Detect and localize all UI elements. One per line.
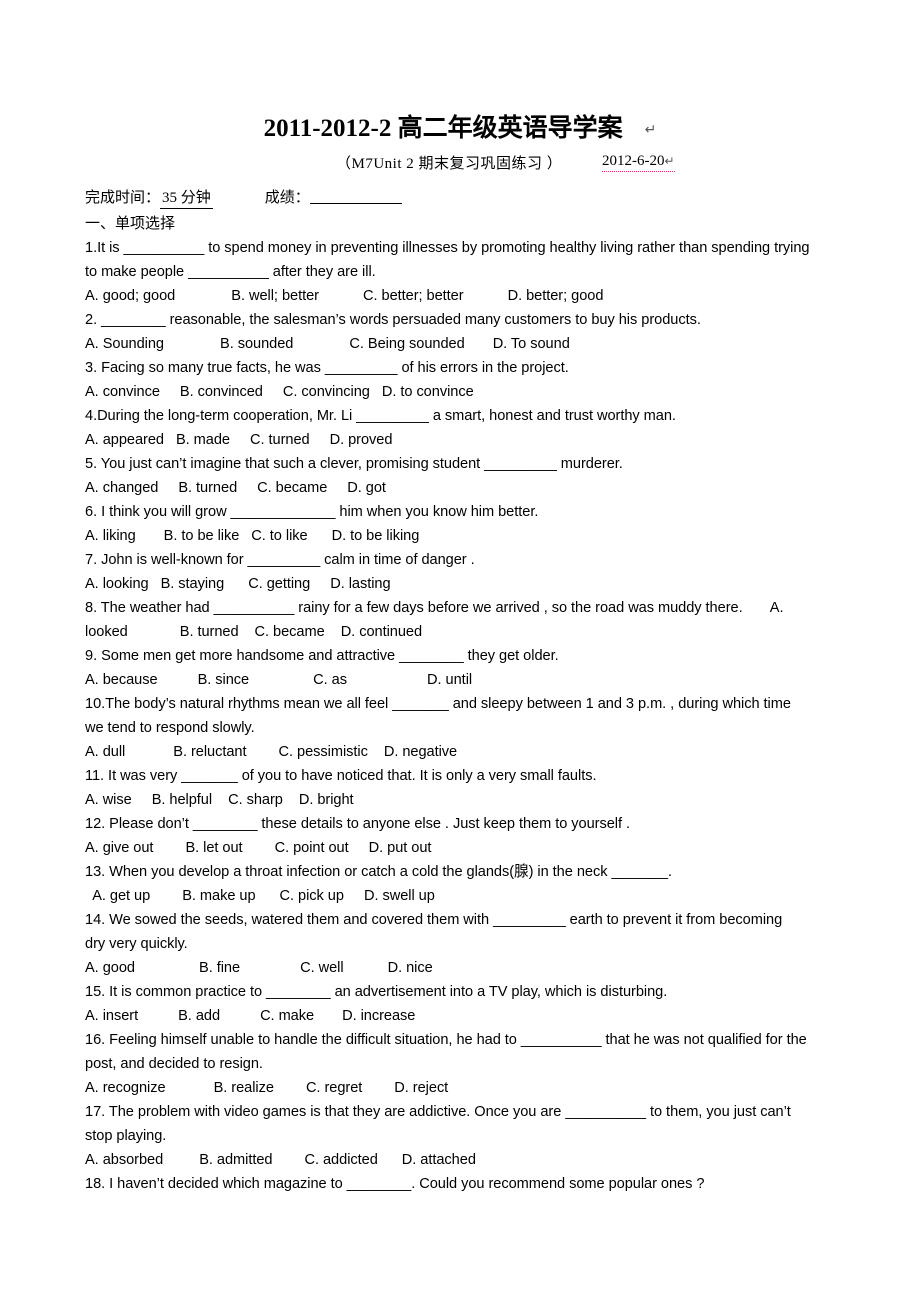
question-line: post, and decided to resign.	[85, 1056, 263, 1072]
completion-time-label: 完成时间：	[85, 190, 161, 206]
question-line: stop playing.	[85, 1128, 167, 1144]
question-line: 10.The body’s natural rhythms mean we al…	[85, 696, 791, 712]
question-line: A. because B. since C. as D. until	[85, 672, 473, 688]
assignment-info-line: 完成时间： 35 分钟 成绩：	[85, 186, 402, 209]
question-line: 18. I haven’t decided which magazine to …	[85, 1176, 705, 1192]
questions-body: 1.It is __________ to spend money in pre…	[85, 236, 837, 1196]
question-line: 6. I think you will grow _____________ h…	[85, 504, 539, 520]
question-line: looked B. turned C. became D. continued	[85, 624, 423, 640]
question-line: A. get up B. make up C. pick up D. swell…	[85, 888, 435, 904]
question-line: A. good B. fine C. well D. nice	[85, 960, 433, 976]
paragraph-mark-icon: ↵	[644, 123, 657, 138]
document-date: 2012-6-20↵	[602, 153, 675, 172]
question-line: A. recognize B. realize C. regret D. rej…	[85, 1080, 449, 1096]
question-line: to make people __________ after they are…	[85, 264, 376, 280]
question-line: A. give out B. let out C. point out D. p…	[85, 840, 432, 856]
document-date-text: 2012-6-20	[602, 153, 665, 169]
question-line: A. looking B. staying C. getting D. last…	[85, 576, 391, 592]
question-line: 12. Please don’t ________ these details …	[85, 816, 630, 832]
question-line: 11. It was very _______ of you to have n…	[85, 768, 597, 784]
document-page: 2011-2012-2 高二年级英语导学案 ↵ （M7Unit 2 期末复习巩固练…	[0, 0, 920, 1302]
question-line: A. wise B. helpful C. sharp D. bright	[85, 792, 354, 808]
question-line: 8. The weather had __________ rainy for …	[85, 600, 784, 616]
question-line: 13. When you develop a throat infection …	[85, 864, 672, 880]
section-heading: 一、单项选择	[85, 216, 176, 232]
question-line: A. insert B. add C. make D. increase	[85, 1008, 416, 1024]
question-line: 1.It is __________ to spend money in pre…	[85, 240, 810, 256]
question-line: A. good; good B. well; better C. better;…	[85, 288, 604, 304]
question-line: A. changed B. turned C. became D. got	[85, 480, 386, 496]
question-line: A. convince B. convinced C. convincing D…	[85, 384, 474, 400]
question-line: 9. Some men get more handsome and attrac…	[85, 648, 559, 664]
score-label: 成绩：	[264, 190, 310, 206]
question-line: A. absorbed B. admitted C. addicted D. a…	[85, 1152, 476, 1168]
completion-time-value: 35 分钟	[160, 186, 213, 209]
paragraph-mark-icon: ↵	[664, 154, 675, 168]
score-blank-field[interactable]	[309, 189, 402, 204]
question-line: A. appeared B. made C. turned D. proved	[85, 432, 393, 448]
question-line: 17. The problem with video games is that…	[85, 1104, 791, 1120]
question-line: 4.During the long-term cooperation, Mr. …	[85, 408, 676, 424]
question-line: A. liking B. to be like C. to like D. to…	[85, 528, 420, 544]
question-line: A. Sounding B. sounded C. Being sounded …	[85, 336, 570, 352]
question-line: 16. Feeling himself unable to handle the…	[85, 1032, 807, 1048]
question-line: 7. John is well-known for _________ calm…	[85, 552, 475, 568]
question-line: dry very quickly.	[85, 936, 188, 952]
question-line: A. dull B. reluctant C. pessimistic D. n…	[85, 744, 458, 760]
page-title: 2011-2012-2 高二年级英语导学案	[263, 115, 623, 142]
question-line: 15. It is common practice to ________ an…	[85, 984, 668, 1000]
page-title-row: 2011-2012-2 高二年级英语导学案 ↵	[0, 108, 920, 144]
question-line: 14. We sowed the seeds, watered them and…	[85, 912, 783, 928]
question-line: 5. You just can’t imagine that such a cl…	[85, 456, 623, 472]
question-line: 2. ________ reasonable, the salesman’s w…	[85, 312, 701, 328]
document-subtitle: （M7Unit 2 期末复习巩固练习 ）	[336, 156, 563, 172]
question-line: we tend to respond slowly.	[85, 720, 255, 736]
question-line: 3. Facing so many true facts, he was ___…	[85, 360, 569, 376]
